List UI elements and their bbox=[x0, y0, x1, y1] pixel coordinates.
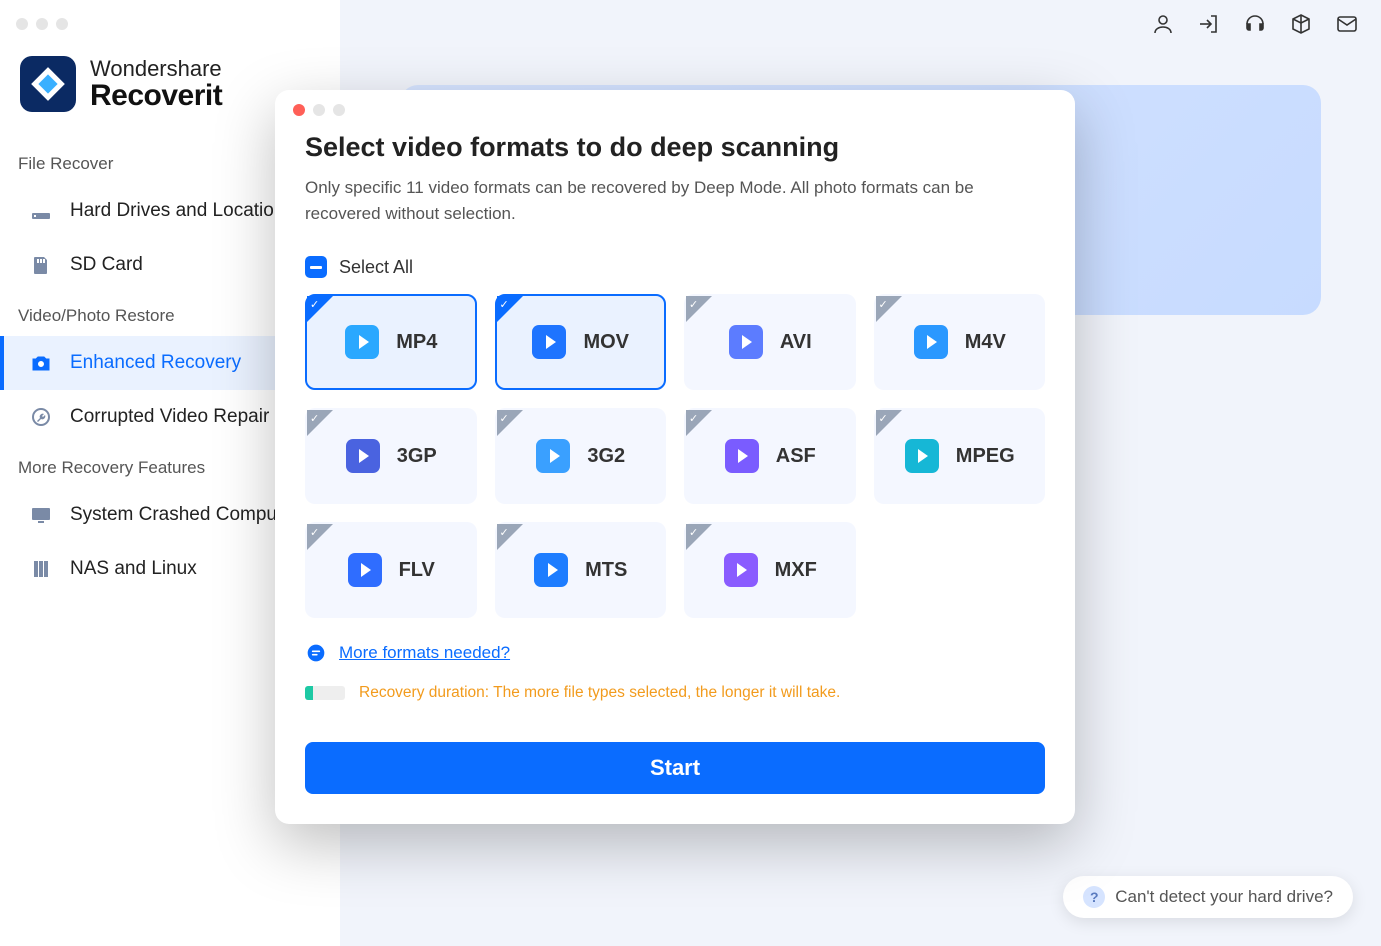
brand-line1: Wondershare bbox=[90, 57, 222, 80]
format-card-mxf[interactable]: ✓ MXF bbox=[684, 522, 856, 618]
duration-row: Recovery duration: The more file types s… bbox=[305, 684, 1045, 702]
format-label: 3G2 bbox=[587, 445, 625, 468]
corner-check-icon: ✓ bbox=[686, 524, 712, 550]
format-modal: Select video formats to do deep scanning… bbox=[275, 90, 1075, 824]
format-icon bbox=[345, 438, 381, 474]
format-grid: ✓ MP4 ✓ MOV ✓ AVI ✓ M4V ✓ 3GP ✓ 3G2 ✓ ASF ✓ MPEG ✓ FLV ✓ MT… bbox=[305, 294, 1045, 618]
drive-icon bbox=[28, 198, 54, 224]
sdcard-icon bbox=[28, 252, 54, 278]
format-card-mts[interactable]: ✓ MTS bbox=[495, 522, 667, 618]
camera-icon bbox=[28, 350, 54, 376]
format-icon bbox=[913, 324, 949, 360]
format-label: MP4 bbox=[396, 331, 437, 354]
format-icon bbox=[533, 552, 569, 588]
format-card-mp4[interactable]: ✓ MP4 bbox=[305, 294, 477, 390]
help-icon: ? bbox=[1083, 886, 1105, 908]
server-icon bbox=[28, 556, 54, 582]
modal-max-dot[interactable] bbox=[333, 104, 345, 116]
sidebar-item-label: Corrupted Video Repair bbox=[70, 406, 269, 428]
format-label: ASF bbox=[776, 445, 816, 468]
format-card-avi[interactable]: ✓ AVI bbox=[684, 294, 856, 390]
corner-check-icon: ✓ bbox=[307, 524, 333, 550]
format-card-m4v[interactable]: ✓ M4V bbox=[874, 294, 1046, 390]
modal-title: Select video formats to do deep scanning bbox=[305, 132, 1045, 163]
format-card-asf[interactable]: ✓ ASF bbox=[684, 408, 856, 504]
logo-icon bbox=[20, 56, 76, 112]
format-icon bbox=[728, 324, 764, 360]
sidebar-item-label: Hard Drives and Locations bbox=[70, 200, 294, 222]
format-label: AVI bbox=[780, 331, 812, 354]
modal-subtitle: Only specific 11 video formats can be re… bbox=[305, 175, 1045, 226]
sidebar-item-label: SD Card bbox=[70, 254, 143, 276]
format-icon bbox=[904, 438, 940, 474]
corner-check-icon: ✓ bbox=[497, 410, 523, 436]
help-pill[interactable]: ? Can't detect your hard drive? bbox=[1063, 876, 1353, 918]
format-label: MPEG bbox=[956, 445, 1015, 468]
duration-text: Recovery duration: The more file types s… bbox=[359, 684, 840, 702]
monitor-icon bbox=[28, 502, 54, 528]
chat-icon bbox=[305, 642, 327, 664]
format-icon bbox=[723, 552, 759, 588]
modal-min-dot[interactable] bbox=[313, 104, 325, 116]
format-icon bbox=[344, 324, 380, 360]
format-label: MTS bbox=[585, 559, 627, 582]
window-close-dot[interactable] bbox=[16, 18, 28, 30]
corner-check-icon: ✓ bbox=[686, 410, 712, 436]
format-card-flv[interactable]: ✓ FLV bbox=[305, 522, 477, 618]
select-all-row[interactable]: Select All bbox=[305, 256, 1045, 278]
format-card-3gp[interactable]: ✓ 3GP bbox=[305, 408, 477, 504]
corner-check-icon: ✓ bbox=[307, 296, 333, 322]
select-all-label: Select All bbox=[339, 257, 413, 278]
format-label: FLV bbox=[399, 559, 435, 582]
login-icon[interactable] bbox=[1195, 10, 1223, 38]
modal-close-dot[interactable] bbox=[293, 104, 305, 116]
duration-indicator bbox=[305, 686, 345, 700]
sidebar-item-label: NAS and Linux bbox=[70, 558, 197, 580]
corner-check-icon: ✓ bbox=[497, 296, 523, 322]
account-icon[interactable] bbox=[1149, 10, 1177, 38]
more-formats-link[interactable]: More formats needed? bbox=[339, 643, 510, 663]
mail-icon[interactable] bbox=[1333, 10, 1361, 38]
start-button[interactable]: Start bbox=[305, 742, 1045, 794]
support-icon[interactable] bbox=[1241, 10, 1269, 38]
format-icon bbox=[535, 438, 571, 474]
format-icon bbox=[531, 324, 567, 360]
brand-line2: Recoverit bbox=[90, 80, 222, 112]
sidebar-item-label: Enhanced Recovery bbox=[70, 352, 241, 374]
format-card-mpeg[interactable]: ✓ MPEG bbox=[874, 408, 1046, 504]
format-label: MOV bbox=[583, 331, 629, 354]
format-icon bbox=[724, 438, 760, 474]
format-label: M4V bbox=[965, 331, 1006, 354]
window-controls bbox=[0, 10, 340, 38]
help-pill-text: Can't detect your hard drive? bbox=[1115, 887, 1333, 907]
window-min-dot[interactable] bbox=[36, 18, 48, 30]
cube-icon[interactable] bbox=[1287, 10, 1315, 38]
corner-check-icon: ✓ bbox=[876, 296, 902, 322]
corner-check-icon: ✓ bbox=[307, 410, 333, 436]
format-label: 3GP bbox=[397, 445, 437, 468]
format-label: MXF bbox=[775, 559, 817, 582]
corner-check-icon: ✓ bbox=[686, 296, 712, 322]
corner-check-icon: ✓ bbox=[497, 524, 523, 550]
sidebar-item-label: System Crashed Computer bbox=[70, 504, 299, 526]
corner-check-icon: ✓ bbox=[876, 410, 902, 436]
wrench-icon bbox=[28, 404, 54, 430]
topbar bbox=[1149, 10, 1361, 38]
window-max-dot[interactable] bbox=[56, 18, 68, 30]
format-icon bbox=[347, 552, 383, 588]
more-formats-row[interactable]: More formats needed? bbox=[305, 642, 1045, 664]
modal-window-controls bbox=[275, 90, 1075, 116]
select-all-checkbox[interactable] bbox=[305, 256, 327, 278]
app-window: Wondershare Recoverit File Recover Hard … bbox=[0, 0, 1381, 946]
format-card-3g2[interactable]: ✓ 3G2 bbox=[495, 408, 667, 504]
format-card-mov[interactable]: ✓ MOV bbox=[495, 294, 667, 390]
